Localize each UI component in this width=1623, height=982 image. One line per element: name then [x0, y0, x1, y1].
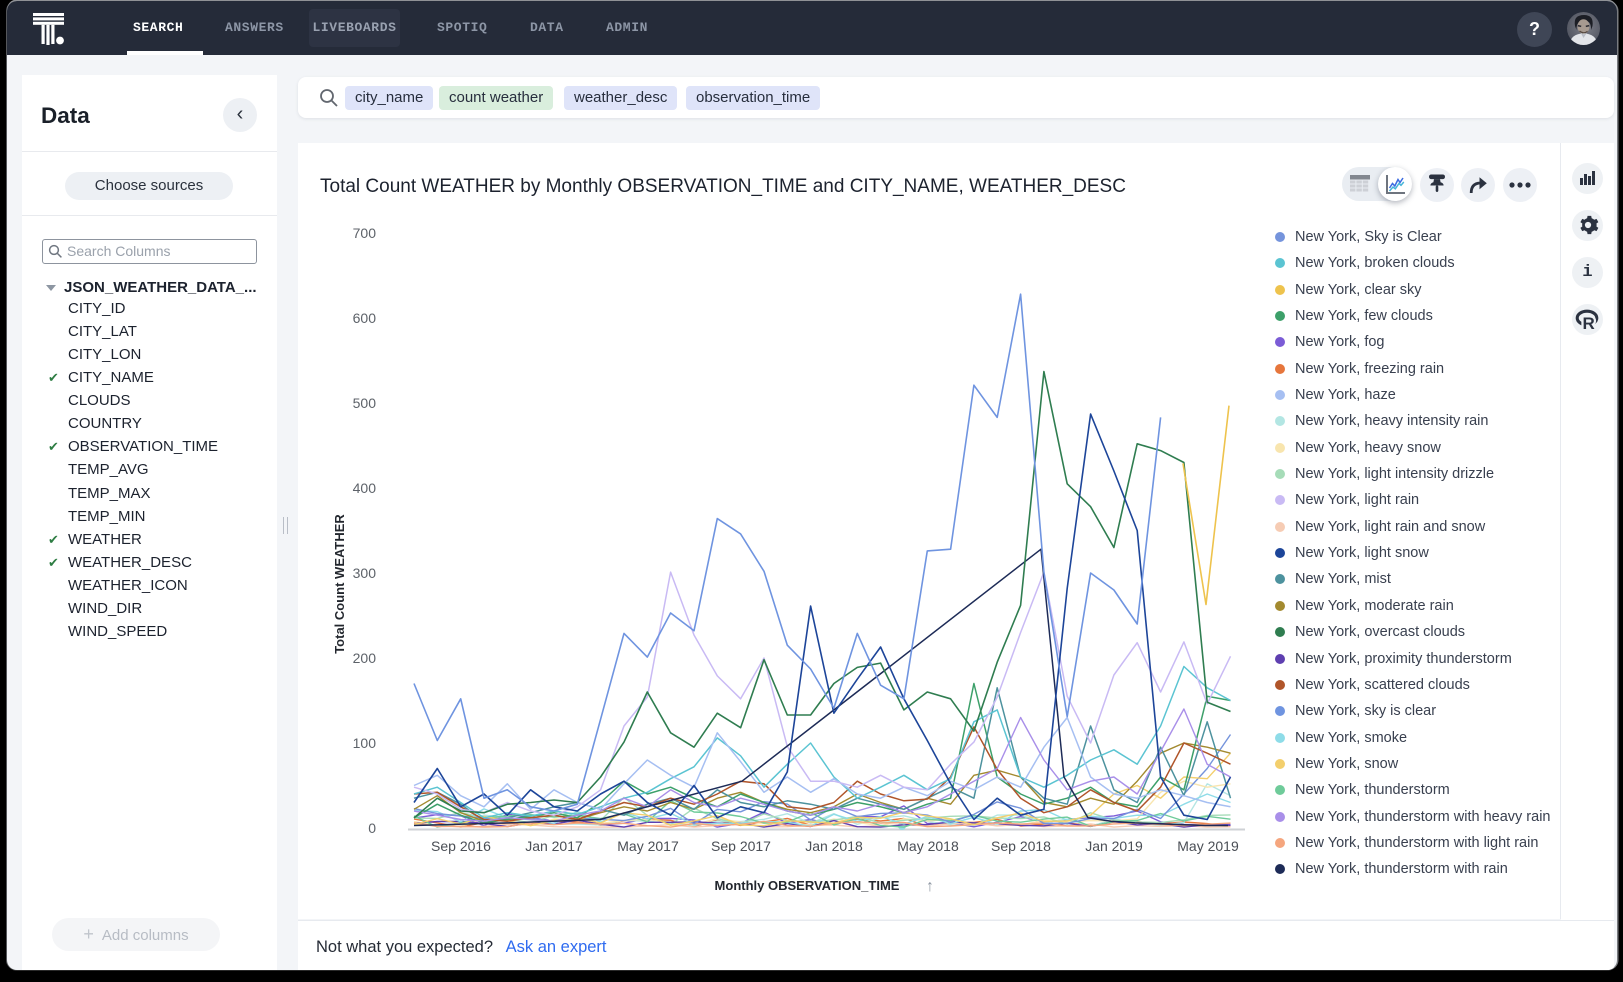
- svg-text:R: R: [1582, 314, 1594, 330]
- svg-text:May 2019: May 2019: [1177, 838, 1239, 854]
- svg-text:Sep 2017: Sep 2017: [711, 838, 771, 854]
- svg-text:Sep 2018: Sep 2018: [991, 838, 1051, 854]
- svg-text:May 2018: May 2018: [897, 838, 959, 854]
- svg-text:0: 0: [368, 820, 376, 836]
- svg-text:Total Count WEATHER: Total Count WEATHER: [332, 514, 347, 654]
- svg-text:May 2017: May 2017: [617, 838, 679, 854]
- svg-text:200: 200: [353, 650, 377, 666]
- svg-text:Monthly OBSERVATION_TIME: Monthly OBSERVATION_TIME: [715, 878, 900, 893]
- svg-text:↑: ↑: [926, 878, 934, 895]
- svg-text:500: 500: [353, 395, 377, 411]
- svg-text:Sep 2016: Sep 2016: [431, 838, 491, 854]
- svg-text:Jan 2019: Jan 2019: [1085, 838, 1143, 854]
- svg-text:700: 700: [353, 225, 377, 241]
- svg-text:300: 300: [353, 565, 377, 581]
- svg-text:400: 400: [353, 480, 377, 496]
- svg-text:100: 100: [353, 735, 377, 751]
- svg-text:Jan 2018: Jan 2018: [805, 838, 863, 854]
- svg-text:600: 600: [353, 310, 377, 326]
- svg-text:Jan 2017: Jan 2017: [525, 838, 583, 854]
